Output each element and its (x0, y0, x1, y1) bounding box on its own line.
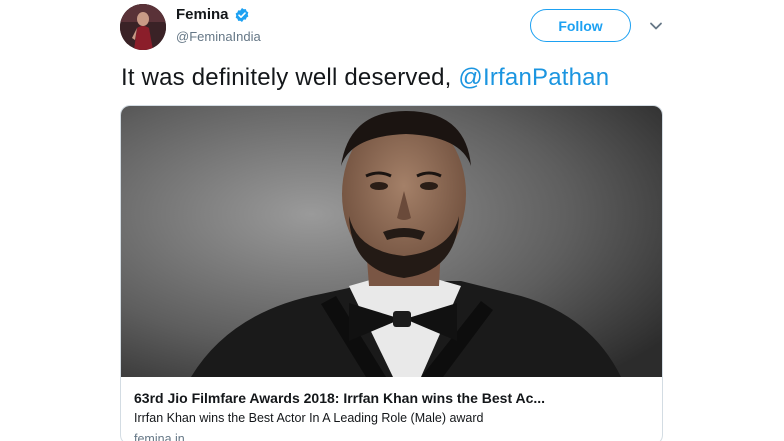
card-description: Irrfan Khan wins the Best Actor In A Lea… (134, 411, 484, 425)
mention-link[interactable]: @IrfanPathan (458, 64, 609, 91)
card-title[interactable]: 63rd Jio Filmfare Awards 2018: Irrfan Kh… (134, 390, 654, 406)
link-card[interactable]: 63rd Jio Filmfare Awards 2018: Irrfan Kh… (120, 105, 663, 441)
tweet-text: It was definitely well deserved, @IrfanP… (121, 64, 609, 92)
author-name-text: Femina (176, 6, 229, 23)
tweet: Femina @FeminaIndia Follow It was defini… (0, 0, 784, 441)
card-image (121, 106, 662, 377)
tweet-text-body: It was definitely well deserved, (121, 64, 459, 91)
chevron-down-icon[interactable] (648, 18, 664, 34)
author-name[interactable]: Femina (176, 6, 250, 23)
avatar[interactable] (120, 4, 166, 50)
follow-button[interactable]: Follow (530, 9, 631, 42)
verified-badge-icon (235, 7, 248, 22)
card-domain: femina.in (134, 432, 185, 441)
author-handle[interactable]: @FeminaIndia (176, 29, 261, 44)
